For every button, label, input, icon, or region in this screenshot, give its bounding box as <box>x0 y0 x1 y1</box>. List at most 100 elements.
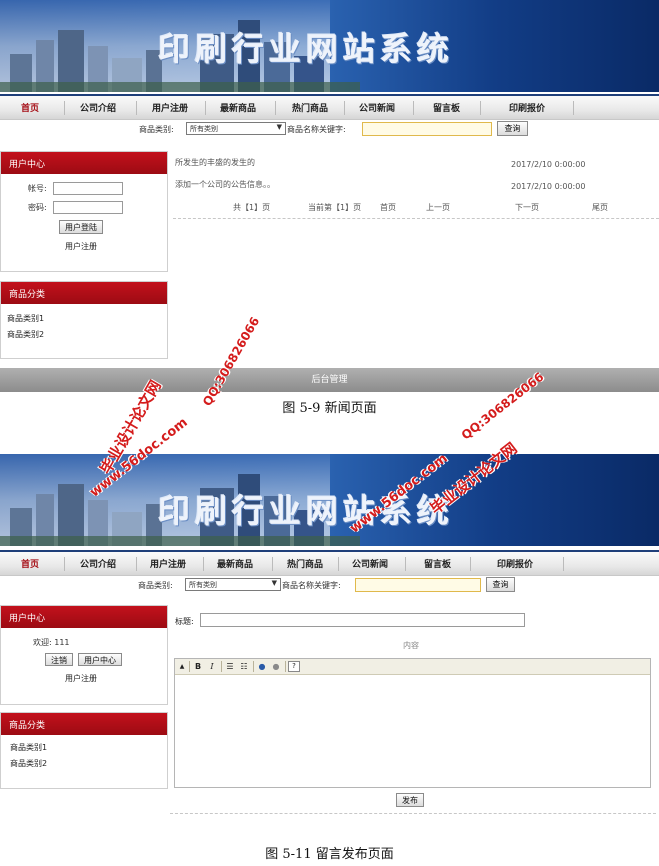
user-center-button[interactable]: 用户中心 <box>78 653 122 666</box>
category-select-value: 所有类别 <box>190 125 218 133</box>
password-input[interactable] <box>53 201 123 214</box>
nav-separator <box>338 557 339 571</box>
pager-prev[interactable]: 上一页 <box>426 202 450 213</box>
nav-hot-products[interactable]: 热门商品 <box>287 557 323 570</box>
welcome-text: 欢迎: 111 <box>33 638 70 647</box>
nav-separator <box>470 557 471 571</box>
ordered-list-icon[interactable]: ☰ <box>224 661 236 672</box>
keyword-label: 商品名称关键字: <box>287 125 346 134</box>
form-divider <box>170 813 656 814</box>
category-panel-title: 商品分类 <box>1 282 167 304</box>
nav-separator <box>64 557 65 571</box>
category-item[interactable]: 商品类别1 <box>7 313 44 324</box>
site-title: 印刷行业网站系统 <box>158 30 455 68</box>
publish-button[interactable]: 发布 <box>396 793 424 807</box>
toolbar-separator <box>253 661 254 672</box>
category-item[interactable]: 商品类别1 <box>10 742 47 753</box>
nav-latest-products[interactable]: 最新商品 <box>220 101 256 114</box>
nav-separator <box>136 101 137 115</box>
figure-caption-news: 图 5-9 新闻页面 <box>282 401 377 416</box>
pager-total: 共【1】页 <box>233 203 271 212</box>
nav-separator <box>136 557 137 571</box>
nav-separator <box>413 101 414 115</box>
main-nav: 首页 公司介绍 用户注册 最新商品 热门商品 公司新闻 留言板 印刷报价 <box>0 94 659 120</box>
chevron-down-icon: ▼ <box>271 579 277 587</box>
nav-guestbook[interactable]: 留言板 <box>433 101 460 114</box>
nav-separator <box>344 101 345 115</box>
nav-latest-products[interactable]: 最新商品 <box>217 557 253 570</box>
news-item-date: 2017/2/10 0:00:00 <box>511 182 586 191</box>
nav-user-register[interactable]: 用户注册 <box>152 101 188 114</box>
keyword-input[interactable] <box>355 578 481 592</box>
news-item-title[interactable]: 添加一个公司的公告信息。。 <box>175 179 275 190</box>
main-nav: 首页 公司介绍 用户注册 最新商品 热门商品 公司新闻 留言板 印刷报价 <box>0 550 659 576</box>
search-bar: 商品类别: 所有类别 ▼ 商品名称关键字: 查询 <box>0 577 659 595</box>
unlink-icon[interactable]: ● <box>270 661 282 672</box>
nav-separator <box>64 101 65 115</box>
content-label: 内容 <box>403 641 419 650</box>
account-input[interactable] <box>53 182 123 195</box>
search-button[interactable]: 查询 <box>486 577 515 592</box>
toolbar-separator <box>221 661 222 672</box>
nav-company-intro[interactable]: 公司介绍 <box>80 101 116 114</box>
nav-home[interactable]: 首页 <box>21 101 39 114</box>
keyword-input[interactable] <box>362 122 492 136</box>
register-link[interactable]: 用户注册 <box>65 241 97 252</box>
insert-link-icon[interactable]: ● <box>256 661 268 672</box>
category-label: 商品类别: <box>139 125 174 134</box>
toolbar-separator <box>285 661 286 672</box>
editor-collapse-icon[interactable]: ▲ <box>176 661 188 672</box>
category-select[interactable]: 所有类别 ▼ <box>185 578 281 591</box>
pager-last[interactable]: 尾页 <box>592 202 608 213</box>
register-link[interactable]: 用户注册 <box>65 673 97 684</box>
bold-icon[interactable]: B <box>192 661 204 672</box>
category-item[interactable]: 商品类别2 <box>10 758 47 769</box>
user-center-title: 用户中心 <box>1 152 167 174</box>
news-item-title[interactable]: 所发生的丰盛的发生的 <box>175 157 255 168</box>
site-banner: 印刷行业网站系统 <box>0 0 659 92</box>
help-icon[interactable]: ? <box>288 661 300 672</box>
nav-user-register[interactable]: 用户注册 <box>150 557 186 570</box>
pager-current: 当前第【1】页 <box>308 203 362 212</box>
nav-separator <box>275 101 276 115</box>
nav-separator <box>205 101 206 115</box>
rich-text-editor[interactable]: ▲ B I ☰ ☷ ● ● ? <box>174 658 651 788</box>
title-input[interactable] <box>200 613 525 627</box>
nav-separator <box>480 101 481 115</box>
logout-button[interactable]: 注销 <box>45 653 73 666</box>
editor-toolbar: ▲ B I ☰ ☷ ● ● ? <box>175 659 650 675</box>
password-label: 密码: <box>28 203 47 212</box>
category-label: 商品类别: <box>138 581 173 590</box>
nav-separator <box>272 557 273 571</box>
title-label: 标题: <box>175 617 194 626</box>
nav-separator <box>573 101 574 115</box>
pager-divider <box>173 218 659 219</box>
user-center-title: 用户中心 <box>1 606 167 628</box>
nav-hot-products[interactable]: 热门商品 <box>292 101 328 114</box>
unordered-list-icon[interactable]: ☷ <box>238 661 250 672</box>
pager-first[interactable]: 首页 <box>380 202 396 213</box>
nav-separator <box>203 557 204 571</box>
nav-company-intro[interactable]: 公司介绍 <box>80 557 116 570</box>
search-button[interactable]: 查询 <box>497 121 528 136</box>
pager-next[interactable]: 下一页 <box>515 202 539 213</box>
category-panel-title: 商品分类 <box>1 713 167 735</box>
nav-guestbook[interactable]: 留言板 <box>424 557 451 570</box>
category-select-value: 所有类别 <box>189 581 217 589</box>
nav-print-quote[interactable]: 印刷报价 <box>497 557 533 570</box>
news-page-screenshot: 印刷行业网站系统 首页 公司介绍 用户注册 最新商品 热门商品 公司新闻 留言板… <box>0 0 659 420</box>
nav-company-news[interactable]: 公司新闻 <box>359 101 395 114</box>
nav-print-quote[interactable]: 印刷报价 <box>509 101 545 114</box>
nav-home[interactable]: 首页 <box>21 557 39 570</box>
category-select[interactable]: 所有类别 ▼ <box>186 122 286 135</box>
news-item-date: 2017/2/10 0:00:00 <box>511 160 586 169</box>
nav-separator <box>405 557 406 571</box>
nav-separator <box>563 557 564 571</box>
italic-icon[interactable]: I <box>206 661 218 672</box>
figure-caption-guestbook: 图 5-11 留言发布页面 <box>265 847 394 862</box>
toolbar-separator <box>189 661 190 672</box>
nav-company-news[interactable]: 公司新闻 <box>352 557 388 570</box>
category-item[interactable]: 商品类别2 <box>7 329 44 340</box>
login-button[interactable]: 用户登陆 <box>59 220 103 234</box>
admin-footer[interactable]: 后台管理 <box>0 368 659 392</box>
